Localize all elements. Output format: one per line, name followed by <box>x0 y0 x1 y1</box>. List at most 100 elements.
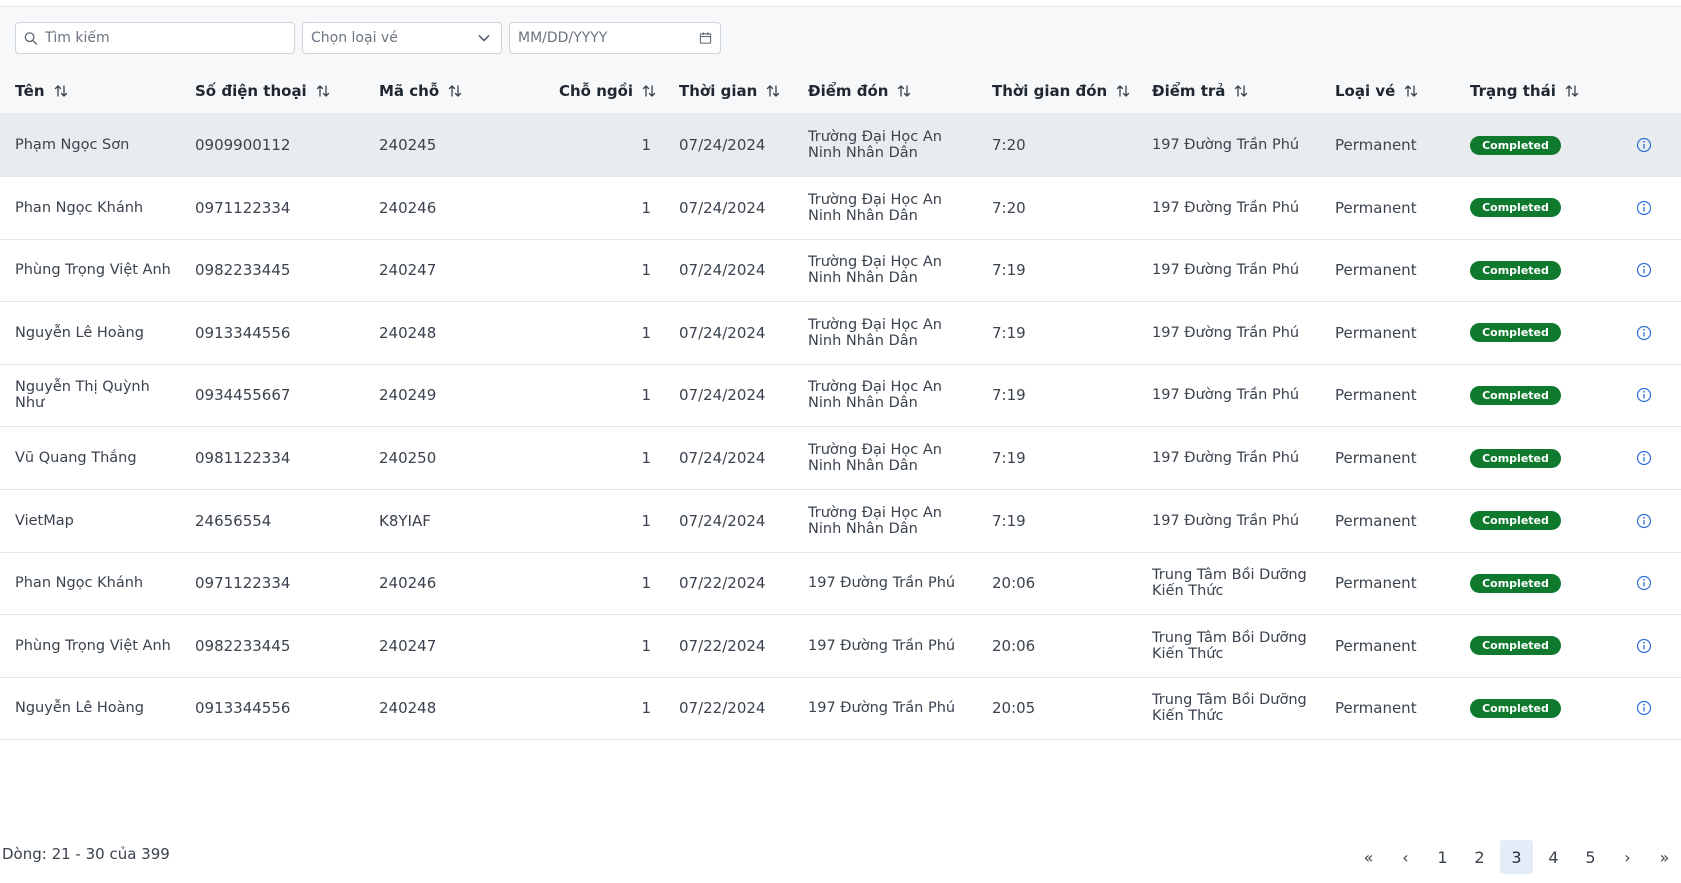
cell-dropoff: 197 Đường Trần Phú <box>1152 239 1327 301</box>
cell-time: 07/24/2024 <box>679 323 766 342</box>
cell-action <box>1636 490 1656 552</box>
sort-icon[interactable] <box>1564 83 1580 99</box>
sort-icon[interactable] <box>1403 83 1419 99</box>
cell-pickup: Trường Đại Học An Ninh Nhân Dân <box>808 239 983 301</box>
table-row[interactable]: Nguyễn Lê Hoàng 0913344556 240248 1 07/24/20… <box>0 302 1681 365</box>
page-number-button[interactable]: 2 <box>1463 840 1496 874</box>
column-header-time[interactable]: Thời gian <box>679 68 781 114</box>
column-header-status[interactable]: Trạng thái <box>1470 68 1580 114</box>
first-page-button[interactable]: « <box>1352 840 1385 874</box>
cell-seats: 1 <box>641 511 651 530</box>
table-row[interactable]: Vũ Quang Thắng 0981122334 240250 1 07/24/202… <box>0 427 1681 490</box>
column-header-ticket-type[interactable]: Loại vé <box>1335 68 1419 114</box>
info-icon[interactable] <box>1636 513 1652 529</box>
page-number-button[interactable]: 4 <box>1537 840 1570 874</box>
column-header-seats[interactable]: Chỗ ngồi <box>559 68 657 114</box>
column-header-phone[interactable]: Số điện thoại <box>195 68 331 114</box>
cell-seat-code: K8YIAF <box>379 511 431 530</box>
cell-status: Completed <box>1470 114 1580 176</box>
info-icon[interactable] <box>1636 700 1652 716</box>
column-header-pickup-time[interactable]: Thời gian đón <box>992 68 1131 114</box>
sort-icon[interactable] <box>641 83 657 99</box>
pickup-line: Trường Đại Học An <box>808 442 942 458</box>
info-icon[interactable] <box>1636 200 1652 216</box>
cell-ticket-type: Permanent <box>1335 449 1417 467</box>
table-row[interactable]: Nguyễn Thị Quỳnh Như 0934455667 240249 1 07/… <box>0 364 1681 428</box>
column-header-name[interactable]: Tên <box>15 68 69 114</box>
cell-pickup-time: 20:06 <box>992 636 1036 655</box>
pickup-line: Ninh Nhân Dân <box>808 207 918 224</box>
page-number-button[interactable]: 5 <box>1574 840 1607 874</box>
sort-icon[interactable] <box>315 83 331 99</box>
prev-page-button[interactable]: ‹ <box>1389 840 1422 874</box>
cell-pickup-time: 7:19 <box>992 449 1026 467</box>
search-input[interactable] <box>44 30 294 46</box>
cell-seat-code: 240247 <box>379 636 437 655</box>
column-header-dropoff[interactable]: Điểm trả <box>1152 68 1249 114</box>
pickup-line: Trường Đại Học An <box>808 191 942 208</box>
pickup-line: 197 Đường Trần Phú <box>808 575 956 592</box>
date-input[interactable] <box>518 30 699 46</box>
name-text: Phan Ngọc Khánh <box>15 199 144 216</box>
sort-icon[interactable] <box>53 83 69 99</box>
next-page-button[interactable]: › <box>1611 840 1644 874</box>
cell-time: 07/24/2024 <box>679 386 766 405</box>
info-icon[interactable] <box>1636 575 1652 591</box>
pickup-line: Trường Đại Học An <box>808 504 942 521</box>
ticket-type-select[interactable]: Chọn loại vé <box>302 22 502 54</box>
dropoff-line: 197 Đường Trần Phú <box>1152 387 1300 404</box>
sort-icon[interactable] <box>765 83 781 99</box>
sort-icon[interactable] <box>447 83 463 99</box>
date-picker[interactable] <box>509 22 721 54</box>
info-icon[interactable] <box>1636 325 1652 341</box>
cell-time: 07/24/2024 <box>679 261 766 280</box>
cell-name: Vũ Quang Thắng <box>15 427 175 489</box>
column-header-seat-code[interactable]: Mã chỗ <box>379 68 463 114</box>
sort-icon[interactable] <box>1233 83 1249 99</box>
info-icon[interactable] <box>1636 262 1652 278</box>
sort-icon[interactable] <box>896 83 912 99</box>
cell-seat-code: 240246 <box>379 574 437 593</box>
dropoff-line: 197 Đường Trần Phú <box>1152 137 1300 153</box>
column-header-pickup[interactable]: Điểm đón <box>808 68 912 114</box>
page-number-button[interactable]: 1 <box>1426 840 1459 874</box>
table-row[interactable]: Phùng Trọng Việt Anh 0982233445 240247 1 07/… <box>0 615 1681 678</box>
cell-pickup: 197 Đường Trần Phú <box>808 552 983 614</box>
cell-pickup-time: 7:19 <box>992 323 1026 342</box>
cell-name: Phạm Ngọc Sơn <box>15 114 175 176</box>
info-icon[interactable] <box>1636 450 1652 466</box>
info-icon[interactable] <box>1636 638 1652 654</box>
ticket-type-placeholder: Chọn loại vé <box>311 30 398 46</box>
status-badge: Completed <box>1470 573 1561 593</box>
cell-seats: 1 <box>641 136 651 154</box>
cell-time: 07/24/2024 <box>679 511 766 530</box>
cell-phone: 0934455667 <box>195 386 291 405</box>
cell-pickup-time: 7:19 <box>992 261 1026 280</box>
search-box[interactable] <box>15 22 295 54</box>
pickup-line: Trường Đại Học An <box>808 254 942 271</box>
table-row[interactable]: VietMap 24656554 K8YIAF 1 07/24/2024 Trường Đ… <box>0 490 1681 553</box>
calendar-icon[interactable] <box>699 31 712 45</box>
cell-action <box>1636 677 1656 739</box>
table-row[interactable]: Phùng Trọng Việt Anh 0982233445 240247 1 07/… <box>0 239 1681 303</box>
page-number-button[interactable]: 3 <box>1500 840 1533 874</box>
last-page-button[interactable]: » <box>1648 840 1681 874</box>
cell-status: Completed <box>1470 677 1580 739</box>
dropoff-line: Kiến Thức <box>1152 583 1224 600</box>
table-row[interactable]: Phạm Ngọc Sơn 0909900112 240245 1 07/24/2024… <box>0 114 1681 177</box>
table-row[interactable]: Nguyễn Lê Hoàng 0913344556 240248 1 07/22/20… <box>0 677 1681 741</box>
cell-phone: 0913344556 <box>195 323 291 342</box>
table-row[interactable]: Phan Ngọc Khánh 0971122334 240246 1 07/22/20… <box>0 552 1681 616</box>
dropoff-line: Kiến Thức <box>1152 645 1224 662</box>
table-row[interactable]: Phan Ngọc Khánh 0971122334 240246 1 07/24/20… <box>0 177 1681 240</box>
dropoff-line: 197 Đường Trần Phú <box>1152 450 1300 466</box>
name-text: Nguyễn Thị Quỳnh Như <box>15 379 150 412</box>
info-icon[interactable] <box>1636 137 1652 153</box>
cell-pickup: Trường Đại Học An Ninh Nhân Dân <box>808 114 983 176</box>
chevron-down-icon <box>478 34 490 42</box>
column-header-label: Tên <box>15 82 45 100</box>
sort-icon[interactable] <box>1115 83 1131 99</box>
cell-name: Phan Ngọc Khánh <box>15 177 175 239</box>
info-icon[interactable] <box>1636 387 1652 403</box>
cell-time: 07/22/2024 <box>679 574 766 593</box>
